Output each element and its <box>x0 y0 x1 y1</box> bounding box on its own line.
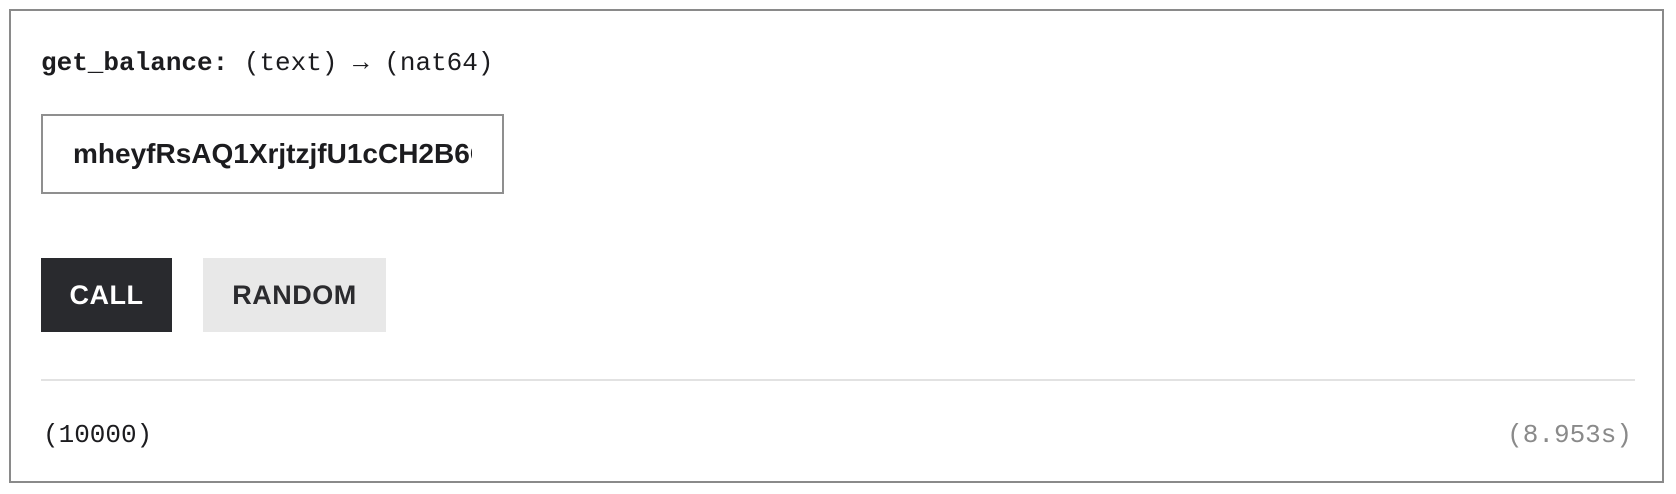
call-duration: (8.953s) <box>1507 420 1632 450</box>
divider <box>41 379 1635 381</box>
method-name: get_balance: <box>41 48 229 78</box>
text-argument-input[interactable] <box>41 114 504 194</box>
random-button[interactable]: RANDOM <box>203 258 386 332</box>
method-type-signature: (text) → (nat64) <box>228 48 494 78</box>
method-card: get_balance: (text) → (nat64) CALL RANDO… <box>9 9 1664 483</box>
result-value: (10000) <box>43 420 153 450</box>
method-signature: get_balance: (text) → (nat64) <box>41 47 493 79</box>
call-button[interactable]: CALL <box>41 258 172 332</box>
